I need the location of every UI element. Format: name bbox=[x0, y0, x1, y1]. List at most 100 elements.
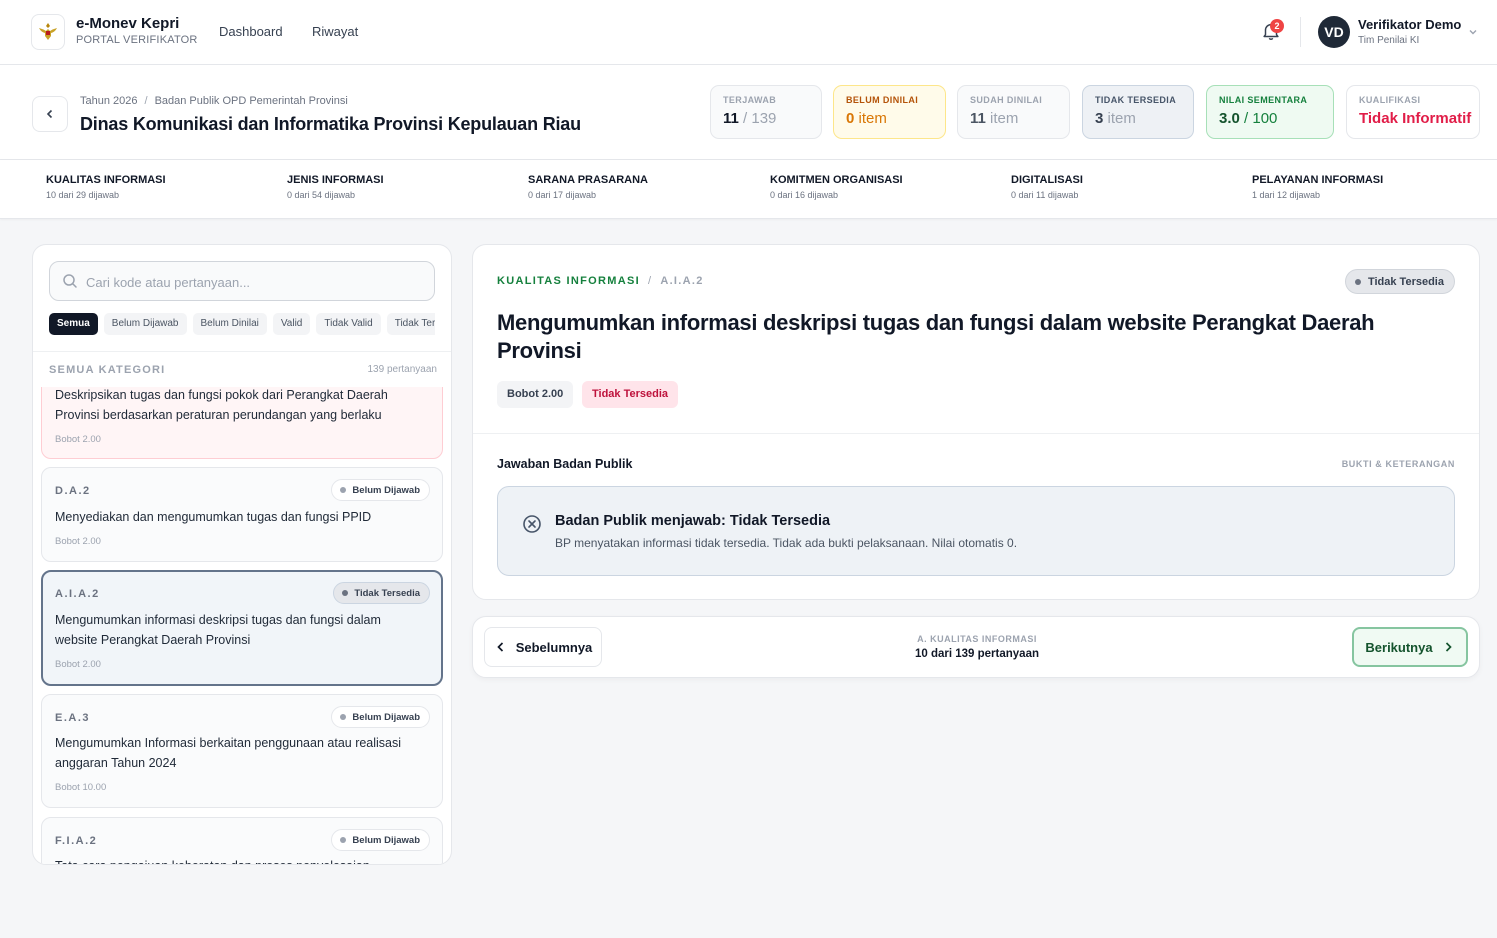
nav-riwayat[interactable]: Riwayat bbox=[312, 24, 358, 39]
list-item[interactable]: F.I.A.2 Belum Dijawab Tata cara pengajua… bbox=[41, 817, 443, 864]
status-badge-label: Belum Dijawab bbox=[352, 834, 420, 846]
status-badge: Tidak Tersedia bbox=[1344, 269, 1455, 294]
tab-digitalisasi[interactable]: DIGITALISASI 0 dari 11 dijawab bbox=[1011, 174, 1083, 200]
tab-count: 1 dari 12 dijawab bbox=[1252, 190, 1321, 200]
search-box[interactable] bbox=[49, 261, 435, 301]
status-dot bbox=[1354, 278, 1361, 285]
chevron-left-icon bbox=[46, 109, 53, 119]
user-role: Tim Penilai KI bbox=[1358, 35, 1420, 46]
tab-kualitas-informasi[interactable]: KUALITAS INFORMASI 10 dari 29 dijawab bbox=[46, 174, 166, 200]
stat-label: TERJAWAB bbox=[723, 95, 777, 105]
status-badge: Belum Dijawab bbox=[331, 479, 430, 501]
status-badge: Belum Dijawab bbox=[331, 829, 430, 851]
question-pager: Sebelumnya A. KUALITAS INFORMASI 10 dari… bbox=[472, 616, 1480, 678]
detail-category: KUALITAS INFORMASI bbox=[497, 275, 640, 287]
garuda-logo-icon[interactable] bbox=[31, 14, 65, 50]
stat-suffix: item bbox=[1103, 110, 1136, 127]
list-item[interactable]: E.A.3 Belum Dijawab Mengumumkan Informas… bbox=[41, 694, 443, 808]
stat-terjawab: TERJAWAB 11 / 139 bbox=[710, 85, 822, 139]
stat-value: 3.0 bbox=[1219, 110, 1240, 127]
stat-suffix: / 139 bbox=[738, 110, 777, 127]
question-weight: Bobot 2.00 bbox=[55, 434, 101, 445]
question-text: Deskripsikan tugas dan fungsi pokok dari… bbox=[55, 388, 388, 422]
user-name[interactable]: Verifikator Demo bbox=[1358, 17, 1461, 32]
status-dot bbox=[340, 837, 347, 843]
breadcrumb: Tahun 2026 / Badan Publik OPD Pemerintah P… bbox=[80, 95, 348, 107]
filter-semua[interactable]: Semua bbox=[49, 313, 98, 335]
list-item[interactable]: Deskripsikan tugas dan fungsi pokok dari… bbox=[41, 387, 443, 459]
divider bbox=[473, 433, 1479, 434]
tab-count: 0 dari 54 dijawab bbox=[287, 190, 356, 200]
stat-value: 11 bbox=[970, 110, 986, 127]
tab-pelayanan-informasi[interactable]: PELAYANAN INFORMASI 1 dari 12 dijawab bbox=[1252, 174, 1383, 200]
stat-label: BELUM DINILAI bbox=[846, 95, 919, 105]
stat-suffix: / 100 bbox=[1239, 110, 1278, 127]
list-header: SEMUA KATEGORI 139 pertanyaan bbox=[33, 351, 451, 387]
tab-count: 0 dari 16 dijawab bbox=[770, 190, 839, 200]
filter-belum-dijawab[interactable]: Belum Dijawab bbox=[103, 313, 187, 335]
status-badge: Tidak Tersedia bbox=[333, 582, 430, 604]
tab-count: 10 dari 29 dijawab bbox=[46, 190, 120, 200]
stat-value: Tidak Informatif bbox=[1359, 110, 1472, 127]
notification-count-badge: 2 bbox=[1270, 19, 1284, 33]
question-text: Tata cara pengajuan keberatan dan proses… bbox=[55, 856, 425, 864]
detail-code: A.I.A.2 bbox=[660, 275, 704, 287]
question-text: Menyediakan dan mengumumkan tugas dan fu… bbox=[55, 510, 372, 524]
filter-valid[interactable]: Valid bbox=[272, 313, 311, 335]
stat-sudah-dinilai: SUDAH DINILAI 11 item bbox=[957, 85, 1070, 139]
filter-tidak-tersedia[interactable]: Tidak Tersedia bbox=[386, 313, 435, 335]
detail-breadcrumb: KUALITAS INFORMASI / A.I.A.2 bbox=[497, 275, 704, 287]
page-title: Dinas Komunikasi dan Informatika Provins… bbox=[80, 114, 581, 134]
divider bbox=[1300, 17, 1301, 47]
back-button[interactable] bbox=[32, 96, 68, 132]
tab-sarana-prasarana[interactable]: SARANA PRASARANA 0 dari 17 dijawab bbox=[528, 174, 648, 200]
stat-suffix: item bbox=[854, 110, 887, 127]
category-tabs: KUALITAS INFORMASI 10 dari 29 dijawab JE… bbox=[0, 160, 1497, 219]
breadcrumb-group[interactable]: Badan Publik OPD Pemerintah Provinsi bbox=[155, 95, 348, 107]
next-button[interactable]: Berikutnya bbox=[1352, 627, 1468, 667]
question-code: F.I.A.2 bbox=[55, 835, 98, 847]
evidence-label: BUKTI & KETERANGAN bbox=[1341, 459, 1455, 469]
page-header: Tahun 2026 / Badan Publik OPD Pemerintah P… bbox=[0, 65, 1497, 160]
answer-title: Badan Publik menjawab: Tidak Tersedia bbox=[555, 513, 831, 529]
weight-pill: Bobot 2.00 bbox=[497, 381, 574, 408]
tab-label: PELAYANAN INFORMASI bbox=[1252, 174, 1384, 186]
list-item[interactable]: D.A.2 Belum Dijawab Menyediakan dan meng… bbox=[41, 467, 443, 562]
tab-label: KOMITMEN ORGANISASI bbox=[770, 174, 903, 186]
nav-dashboard[interactable]: Dashboard bbox=[219, 24, 283, 39]
status-badge-label: Belum Dijawab bbox=[352, 711, 420, 723]
filter-belum-dinilai[interactable]: Belum Dinilai bbox=[192, 313, 267, 335]
tab-label: DIGITALISASI bbox=[1011, 174, 1083, 186]
answer-description: BP menyatakan informasi tidak tersedia. … bbox=[555, 536, 1018, 550]
question-weight: Bobot 10.00 bbox=[55, 782, 107, 793]
question-code: A.I.A.2 bbox=[55, 588, 100, 600]
tab-jenis-informasi[interactable]: JENIS INFORMASI 0 dari 54 dijawab bbox=[287, 174, 384, 200]
question-code: E.A.3 bbox=[55, 712, 91, 724]
question-list[interactable]: Deskripsikan tugas dan fungsi pokok dari… bbox=[33, 387, 451, 864]
question-title: Mengumumkan informasi deskripsi tugas da… bbox=[497, 310, 1375, 363]
question-weight: Bobot 2.00 bbox=[55, 659, 101, 670]
list-item-selected[interactable]: A.I.A.2 Tidak Tersedia Mengumumkan infor… bbox=[41, 570, 443, 686]
stat-kualifikasi: KUALIFIKASI Tidak Informatif bbox=[1346, 85, 1480, 139]
list-count: 139 pertanyaan bbox=[367, 364, 437, 375]
status-badge-label: Belum Dijawab bbox=[352, 484, 420, 496]
tab-count: 0 dari 17 dijawab bbox=[528, 190, 597, 200]
stat-nilai-sementara: NILAI SEMENTARA 3.0 / 100 bbox=[1206, 85, 1334, 139]
avatar[interactable]: VD bbox=[1318, 16, 1350, 48]
tab-komitmen-organisasi[interactable]: KOMITMEN ORGANISASI 0 dari 16 dijawab bbox=[770, 174, 903, 200]
search-input[interactable] bbox=[86, 271, 416, 293]
status-badge-label: Tidak Tersedia bbox=[1367, 275, 1444, 288]
answer-box: Badan Publik menjawab: Tidak Tersedia BP… bbox=[497, 486, 1455, 576]
top-navbar: e-Monev Kepri PORTAL VERIFIKATOR Dashboa… bbox=[0, 0, 1497, 65]
status-pill: Tidak Tersedia bbox=[582, 381, 679, 408]
previous-button[interactable]: Sebelumnya bbox=[484, 627, 602, 667]
status-badge-label: Tidak Tersedia bbox=[354, 587, 420, 599]
breadcrumb-year[interactable]: Tahun 2026 bbox=[80, 95, 138, 107]
filter-tidak-valid[interactable]: Tidak Valid bbox=[316, 313, 381, 335]
list-title: SEMUA KATEGORI bbox=[49, 364, 166, 376]
tab-label: KUALITAS INFORMASI bbox=[46, 174, 166, 186]
tab-label: JENIS INFORMASI bbox=[287, 174, 384, 186]
chevron-down-icon[interactable] bbox=[1467, 26, 1479, 38]
question-text: Mengumumkan Informasi berkaitan pengguna… bbox=[55, 736, 402, 770]
stat-suffix: item bbox=[985, 110, 1019, 127]
